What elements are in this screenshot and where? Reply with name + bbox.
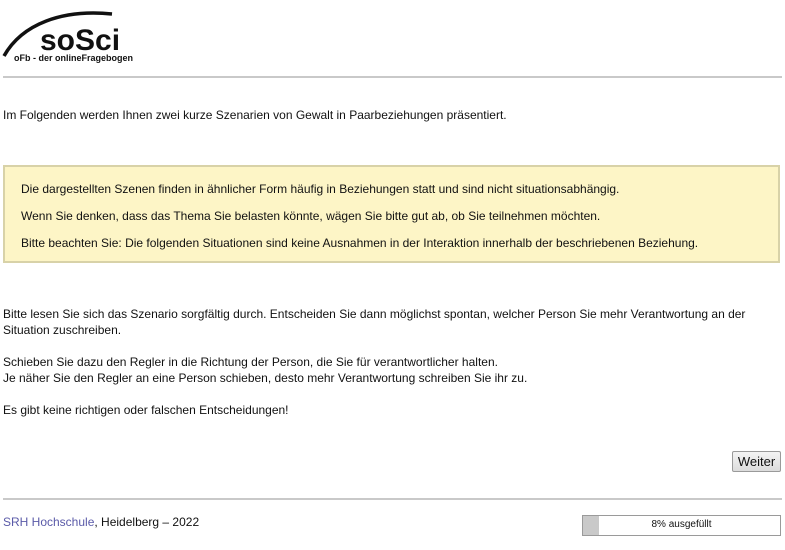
progress-bar: 8% ausgefüllt — [582, 515, 781, 536]
next-button[interactable]: Weiter — [732, 451, 781, 472]
header-divider — [3, 76, 782, 78]
footer-institution-link[interactable]: SRH Hochschule — [3, 515, 94, 529]
notice-line: Die dargestellten Szenen finden in ähnli… — [21, 182, 620, 196]
instructions-paragraph-2: Schieben Sie dazu den Regler in die Rich… — [3, 354, 783, 386]
instructions-paragraph-1: Bitte lesen Sie sich das Szenario sorgfä… — [3, 307, 746, 337]
notice-line: Bitte beachten Sie: Die folgenden Situat… — [21, 236, 699, 250]
sosci-logo-graphic: soSci oFb - der onlineFragebogen — [2, 11, 133, 63]
footer-divider — [3, 498, 782, 500]
footer: SRH Hochschule, Heidelberg – 2022 — [3, 515, 199, 529]
logo-tagline: oFb - der onlineFragebogen — [14, 53, 133, 63]
notice-line: Wenn Sie denken, dass das Thema Sie bela… — [21, 209, 601, 223]
instructions: Bitte lesen Sie sich das Szenario sorgfä… — [3, 306, 783, 434]
instructions-line: Schieben Sie dazu den Regler in die Rich… — [3, 355, 498, 369]
notice-box: Die dargestellten Szenen finden in ähnli… — [3, 165, 780, 263]
progress-label: 8% ausgefüllt — [651, 519, 712, 530]
intro-text: Im Folgenden werden Ihnen zwei kurze Sze… — [3, 108, 507, 122]
footer-text: , Heidelberg – 2022 — [94, 515, 200, 529]
instructions-paragraph-3: Es gibt keine richtigen oder falschen En… — [3, 403, 289, 417]
sosci-logo: soSci oFb - der onlineFragebogen — [2, 4, 162, 64]
instructions-line: Je näher Sie den Regler an eine Person s… — [3, 371, 528, 385]
